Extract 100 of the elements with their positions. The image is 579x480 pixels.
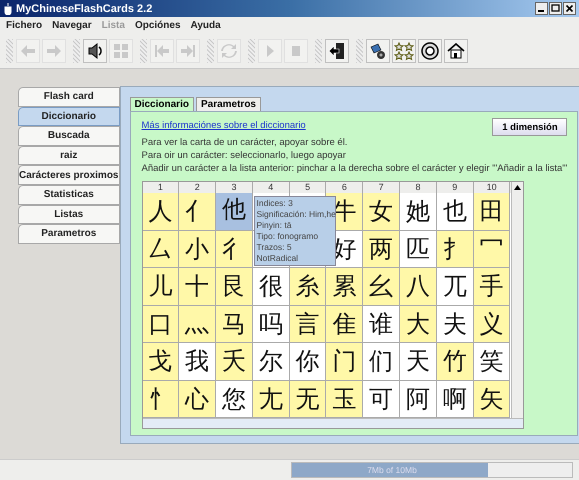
character-cell[interactable]: 小: [179, 230, 216, 268]
character-cell[interactable]: 手: [474, 268, 510, 306]
sidebar-tab[interactable]: Flash card: [18, 87, 120, 107]
character-cell[interactable]: 他: [216, 193, 253, 230]
help-button[interactable]: [418, 39, 442, 63]
tooltip-line: NotRadical: [256, 253, 300, 264]
tooltip-line: Indices: 3: [256, 198, 294, 209]
character-cell[interactable]: 大: [400, 306, 437, 343]
sidebar-tab[interactable]: Parametros: [18, 224, 120, 244]
character-cell[interactable]: 很: [252, 268, 290, 306]
character-cell[interactable]: 兀: [436, 268, 474, 306]
character-cell[interactable]: 亻: [179, 193, 216, 230]
toolbar-grip[interactable]: [356, 39, 363, 63]
instruction-text: Para ver la carta de un carácter, apoyar sobre él.: [142, 136, 348, 149]
tab[interactable]: Parametros: [196, 97, 261, 111]
character-cell[interactable]: 啊: [436, 380, 474, 418]
character-cell[interactable]: 言: [290, 306, 326, 343]
character-cell[interactable]: 义: [474, 306, 510, 343]
character-cell[interactable]: 隹: [326, 306, 364, 343]
character-cell[interactable]: 十: [179, 268, 216, 306]
character-cell[interactable]: 夭: [216, 343, 253, 380]
character-cell[interactable]: 心: [179, 380, 216, 418]
tab[interactable]: Diccionario: [130, 97, 194, 111]
character-cell[interactable]: 你: [290, 343, 326, 380]
character-cell[interactable]: 矢: [474, 380, 510, 418]
character-cell[interactable]: 口: [142, 306, 180, 343]
character-cell[interactable]: 也: [436, 193, 474, 230]
character-cell[interactable]: 忄: [142, 380, 180, 418]
horizontal-scrollbar[interactable]: [142, 418, 522, 428]
character-cell[interactable]: 阿: [400, 380, 437, 418]
toolbar-grip[interactable]: [6, 39, 13, 63]
toolbar-grip[interactable]: [315, 39, 322, 63]
info-link[interactable]: Más informaciónes sobre el diccionario: [142, 120, 306, 131]
cup-icon: [3, 2, 13, 14]
toolbar-grip[interactable]: [73, 39, 80, 63]
character-cell[interactable]: 田: [474, 193, 510, 230]
settings-button[interactable]: [366, 39, 390, 63]
character-cell[interactable]: 玉: [326, 380, 364, 418]
character-cell[interactable]: 她: [400, 193, 437, 230]
ring-icon: [420, 41, 440, 61]
toolbar-grip[interactable]: [248, 39, 255, 63]
tooltip-line: Trazos: 5: [256, 242, 293, 253]
speaker-button[interactable]: [83, 39, 107, 63]
character-cell[interactable]: 谁: [363, 306, 400, 343]
sidebar-tab[interactable]: Listas: [18, 204, 120, 224]
character-cell[interactable]: 天: [400, 343, 437, 380]
character-cell[interactable]: 灬: [179, 306, 216, 343]
character-cell[interactable]: 累: [326, 268, 364, 306]
character-cell[interactable]: 可: [363, 380, 400, 418]
stars-button[interactable]: [392, 39, 416, 63]
vertical-scrollbar[interactable]: [510, 182, 522, 418]
home-button[interactable]: [444, 39, 468, 63]
menu-item[interactable]: Ayuda: [190, 20, 221, 31]
menu-item[interactable]: Navegar: [52, 20, 92, 31]
close-icon[interactable]: [563, 2, 576, 15]
dimension-button[interactable]: 1 dimensión: [492, 118, 568, 136]
character-cell[interactable]: 人: [142, 193, 180, 230]
character-cell[interactable]: 尔: [252, 343, 290, 380]
character-cell[interactable]: 女: [363, 193, 400, 230]
tooltip-line: Tipo: fonogramo: [256, 231, 320, 242]
sidebar-tab[interactable]: Diccionario: [18, 106, 120, 126]
instruction-text: Para oir un carácter: seleccionarlo, luego apoyar: [142, 149, 347, 162]
character-cell[interactable]: 厶: [142, 230, 180, 268]
character-cell[interactable]: 匹: [400, 230, 437, 268]
character-cell[interactable]: 彳: [216, 230, 253, 268]
character-cell[interactable]: 我: [179, 343, 216, 380]
character-cell[interactable]: 尢: [252, 380, 290, 418]
character-cell[interactable]: 两: [363, 230, 400, 268]
character-cell[interactable]: 无: [290, 380, 326, 418]
character-cell[interactable]: 夫: [436, 306, 474, 343]
exit-icon: [327, 41, 347, 61]
character-cell[interactable]: 儿: [142, 268, 180, 306]
character-cell[interactable]: 您: [216, 380, 253, 418]
maximize-icon[interactable]: [549, 2, 562, 15]
character-cell[interactable]: 竹: [436, 343, 474, 380]
character-cell[interactable]: 戈: [142, 343, 180, 380]
character-cell[interactable]: 门: [326, 343, 364, 380]
character-cell[interactable]: 艮: [216, 268, 253, 306]
window-title: MyChineseFlashCards 2.2: [16, 2, 152, 14]
menu-item[interactable]: Fichero: [6, 20, 42, 31]
scroll-up-icon[interactable]: [514, 185, 520, 190]
sidebar-tab[interactable]: raiz: [18, 146, 120, 166]
toolbar-grip[interactable]: [207, 39, 214, 63]
character-cell[interactable]: 冖: [474, 230, 510, 268]
sidebar-tab[interactable]: Statisticas: [18, 184, 120, 205]
toolbar-grip[interactable]: [140, 39, 147, 63]
sidebar-tab[interactable]: Carácteres proximos: [18, 165, 120, 185]
character-cell[interactable]: 糸: [290, 268, 326, 306]
character-cell[interactable]: 八: [400, 268, 437, 306]
minimize-icon[interactable]: [535, 2, 548, 15]
character-cell[interactable]: 们: [363, 343, 400, 380]
character-cell[interactable]: 吗: [252, 306, 290, 343]
character-cell[interactable]: 笑: [474, 343, 510, 380]
character-cell[interactable]: 幺: [363, 268, 400, 306]
instruction-text: Añadir un carácter a la lista anterior: pinchar a la derecha sobre el carácter y elegir '"Añadir a la lista"': [142, 162, 568, 175]
character-cell[interactable]: 马: [216, 306, 253, 343]
exit-button[interactable]: [325, 39, 349, 63]
sidebar-tab[interactable]: Buscada: [18, 126, 120, 146]
menu-item[interactable]: Opciónes: [134, 20, 181, 31]
character-cell[interactable]: 扌: [436, 230, 474, 268]
